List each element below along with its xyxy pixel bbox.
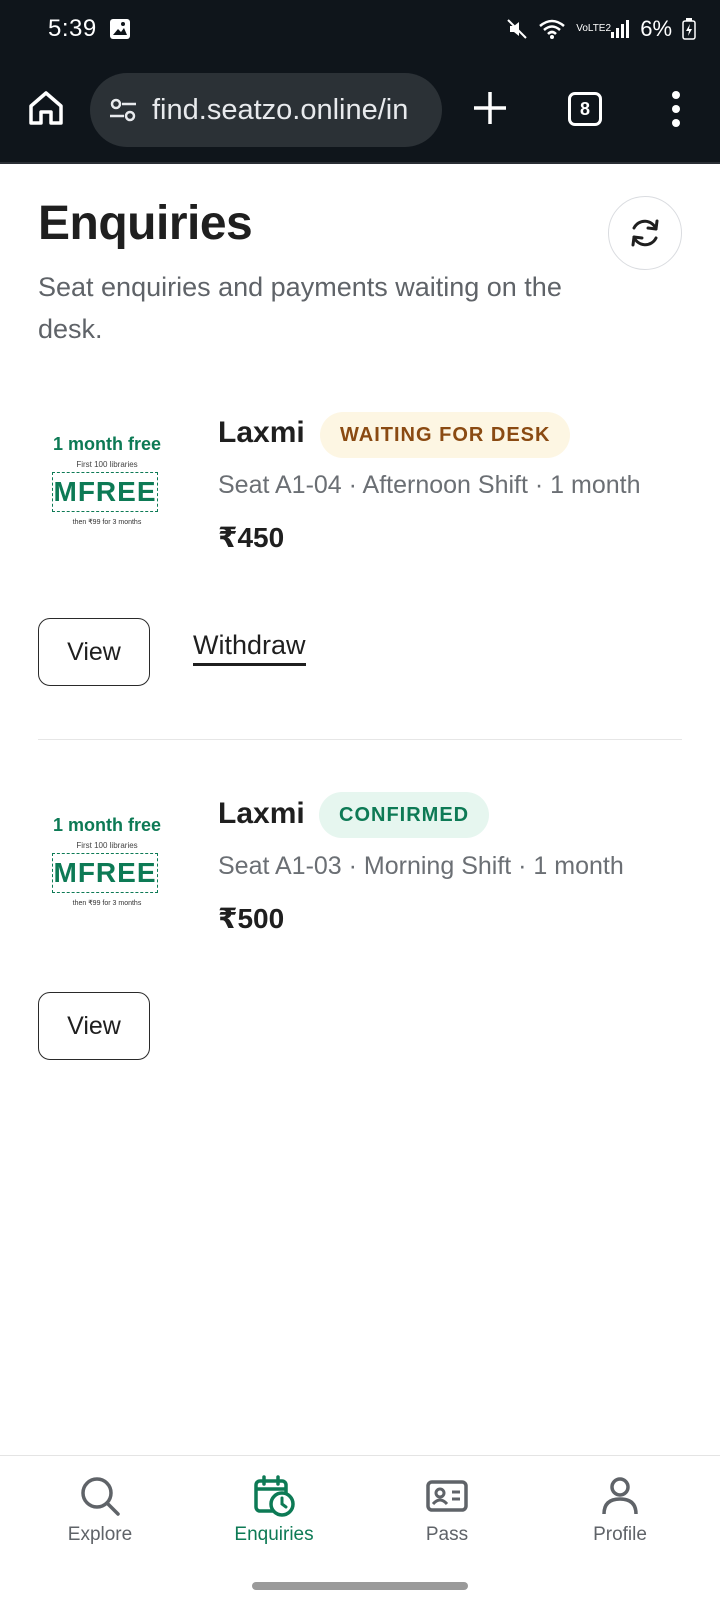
promo-headline: 1 month free: [52, 815, 162, 835]
nav-pass[interactable]: Pass: [377, 1474, 517, 1546]
status-bar: 5:39 VoLTE2 6%: [0, 0, 720, 58]
network-label: VoLTE2: [576, 23, 612, 34]
status-badge: WAITING FOR DESK: [320, 412, 571, 458]
enquiry-details: Seat A1-04 · Afternoon Shift · 1 month: [218, 471, 641, 499]
id-card-icon: [426, 1480, 468, 1512]
bottom-navigation: Explore Enquiries Pass Profile: [0, 1455, 720, 1600]
nav-explore-label: Explore: [67, 1524, 133, 1545]
site-settings-icon[interactable]: [108, 95, 138, 125]
refresh-button[interactable]: [608, 196, 682, 270]
status-time-group: 5:39: [48, 15, 131, 43]
tab-switcher-button[interactable]: 8: [568, 92, 602, 126]
address-bar[interactable]: find.seatzo.online/in: [90, 73, 442, 147]
nav-profile[interactable]: Profile: [550, 1474, 690, 1546]
status-indicators: VoLTE2 6%: [506, 16, 696, 42]
withdraw-link[interactable]: Withdraw: [193, 630, 306, 666]
promo-code: MFREE: [52, 472, 158, 512]
wifi-icon: [539, 19, 566, 39]
enquiry-name: Laxmi: [218, 416, 305, 449]
person-icon: [602, 1477, 638, 1515]
promo-subline: First 100 libraries: [76, 460, 138, 469]
calendar-clock-icon: [254, 1475, 295, 1517]
promo-subline: First 100 libraries: [76, 841, 138, 850]
enquiry-price: ₹500: [218, 903, 285, 934]
refresh-icon: [631, 219, 659, 247]
battery-percent: 6%: [640, 16, 672, 41]
status-badge: CONFIRMED: [319, 792, 490, 838]
nav-enquiries-label: Enquiries: [234, 1524, 314, 1545]
image-notification-icon: [109, 19, 130, 39]
promo-footer: then ₹99 for 3 months: [72, 900, 142, 907]
nav-explore[interactable]: Explore: [30, 1474, 170, 1546]
gesture-bar[interactable]: [252, 1582, 468, 1590]
enquiry-name: Laxmi: [218, 797, 305, 830]
promo-thumbnail: 1 month free First 100 libraries MFREE t…: [48, 434, 166, 552]
promo-footer: then ₹99 for 3 months: [72, 519, 142, 526]
view-button[interactable]: View: [38, 992, 150, 1060]
promo-code: MFREE: [52, 853, 158, 893]
signal-icon: [611, 20, 630, 38]
browser-toolbar: find.seatzo.online/in 8: [0, 58, 720, 164]
promo-headline: 1 month free: [52, 434, 162, 454]
status-time: 5:39: [48, 15, 97, 42]
page-title: Enquiries: [38, 197, 253, 250]
enquiry-details: Seat A1-03 · Morning Shift · 1 month: [218, 852, 624, 880]
nav-profile-label: Profile: [593, 1524, 647, 1545]
more-options-icon[interactable]: [664, 90, 688, 128]
new-tab-icon[interactable]: [470, 88, 510, 128]
page-subtitle: Seat enquiries and payments waiting on t…: [38, 272, 562, 344]
battery-charging-icon: [682, 18, 696, 40]
nav-pass-label: Pass: [425, 1524, 469, 1545]
home-icon[interactable]: [26, 88, 66, 128]
search-icon: [81, 1477, 120, 1516]
enquiry-price: ₹450: [218, 522, 285, 553]
nav-enquiries[interactable]: Enquiries: [204, 1474, 344, 1546]
promo-thumbnail: 1 month free First 100 libraries MFREE t…: [48, 815, 166, 933]
card-divider: [38, 739, 682, 740]
mute-icon: [507, 19, 527, 39]
view-button[interactable]: View: [38, 618, 150, 686]
url-text: find.seatzo.online/in: [152, 93, 409, 126]
